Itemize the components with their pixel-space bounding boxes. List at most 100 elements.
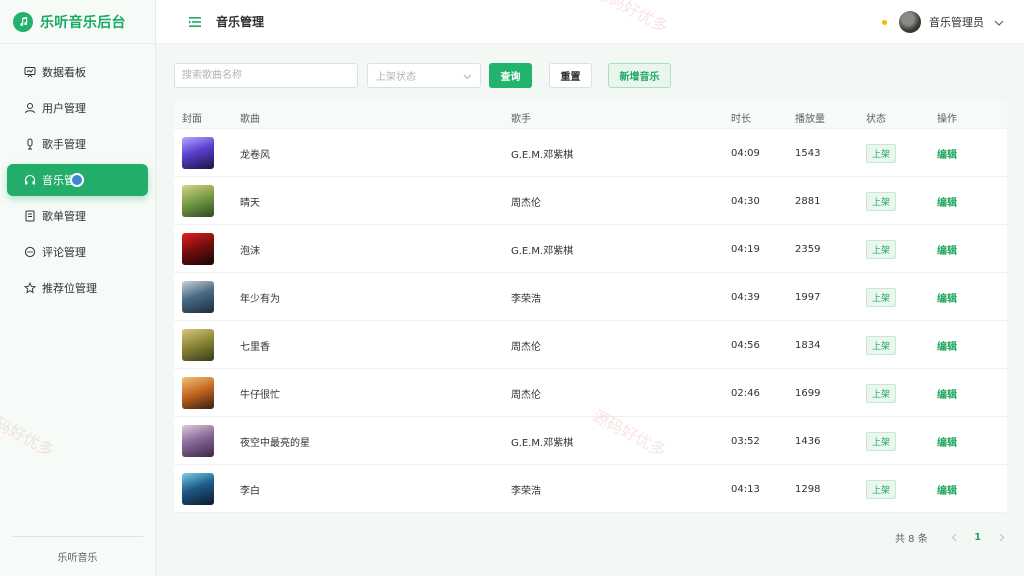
play-count: 1298 [795,483,821,495]
sidebar-item-2[interactable]: 歌手管理 [7,128,148,160]
sidebar-item-6[interactable]: 推荐位管理 [7,272,148,304]
edit-link[interactable]: 编辑 [937,434,957,449]
album-cover [182,377,214,409]
status-cell: 上架 [866,273,897,321]
table-row: 泡沫 G.E.M.邓紫棋 04:19 2359 上架 编辑 [174,225,1007,273]
cover-cell [182,321,214,369]
edit-link[interactable]: 编辑 [937,386,957,401]
status-badge: 上架 [866,383,897,403]
prev-page-icon[interactable] [942,527,966,547]
sidebar-item-5[interactable]: 评论管理 [7,236,148,268]
sidebar-menu: 数据看板用户管理歌手管理音乐管歌单管理评论管理推荐位管理 [0,44,155,304]
play-count: 1834 [795,339,821,351]
column-header-status: 状态 [866,114,886,125]
music-table: 封面 歌曲 歌手 时长 播放量 状态 操作 龙卷风 G.E.M.邓紫棋 04:09 1… [174,101,1007,513]
edit-link[interactable]: 编辑 [937,194,957,209]
chevron-down-icon[interactable] [994,15,1004,29]
artist-name: 周杰伦 [511,341,541,353]
song-name: 牛仔很忙 [240,389,280,401]
sidebar-item-label: 歌手管理 [42,138,86,151]
status-badge: 上架 [866,287,897,307]
table-row: 年少有为 李荣浩 04:39 1997 上架 编辑 [174,273,1007,321]
brand[interactable]: 乐听音乐后台 [0,0,155,44]
song-name: 晴天 [240,197,260,209]
play-count: 1699 [795,387,821,399]
play-count: 1997 [795,291,821,303]
play-count: 1436 [795,435,821,447]
edit-link[interactable]: 编辑 [937,338,957,353]
sidebar-item-0[interactable]: 数据看板 [7,56,148,88]
column-header-cover: 封面 [182,114,202,125]
sidebar-item-label: 歌单管理 [42,210,86,223]
headphones-icon [23,173,37,187]
column-header-plays: 播放量 [795,114,825,125]
artist-name: 李荣浩 [511,485,541,497]
song-name: 七里香 [240,341,270,353]
table-row: 龙卷风 G.E.M.邓紫棋 04:09 1543 上架 编辑 [174,129,1007,177]
table-header: 封面 歌曲 歌手 时长 播放量 状态 操作 [174,101,1007,129]
playlist-icon [23,209,37,223]
status-cell: 上架 [866,321,897,369]
action-cell: 编辑 [937,465,957,513]
user-name: 音乐管理员 [929,16,984,29]
play-count: 1543 [795,147,821,159]
album-cover [182,425,214,457]
edit-link[interactable]: 编辑 [937,482,957,497]
status-cell: 上架 [866,177,897,225]
sidebar-item-label: 用户管理 [42,102,86,115]
duration: 04:39 [731,291,760,303]
sidebar-item-3[interactable]: 音乐管 [7,164,148,196]
next-page-icon[interactable] [990,527,1014,547]
sidebar-item-1[interactable]: 用户管理 [7,92,148,124]
status-cell: 上架 [866,465,897,513]
status-badge: 上架 [866,143,897,163]
artist-name: G.E.M.邓紫棋 [511,149,574,161]
search-input[interactable] [174,63,358,88]
query-button[interactable]: 查询 [489,63,532,88]
table-body: 龙卷风 G.E.M.邓紫棋 04:09 1543 上架 编辑 晴天 周杰伦 04:30 2881 上… [174,129,1007,513]
status-cell: 上架 [866,129,897,177]
action-cell: 编辑 [937,177,957,225]
dashboard-icon [23,65,37,79]
add-music-button[interactable]: 新增音乐 [608,63,671,88]
menu-toggle-icon[interactable] [188,15,202,29]
edit-link[interactable]: 编辑 [937,146,957,161]
duration: 04:19 [731,243,760,255]
play-count: 2881 [795,195,821,207]
action-cell: 编辑 [937,273,957,321]
cover-cell [182,177,214,225]
reset-button[interactable]: 重置 [549,63,592,88]
page-number-current[interactable]: 1 [966,527,990,547]
column-header-action: 操作 [937,114,957,125]
action-cell: 编辑 [937,225,957,273]
duration: 03:52 [731,435,760,447]
status-select-placeholder: 上架状态 [376,72,416,83]
cover-cell [182,465,214,513]
edit-link[interactable]: 编辑 [937,290,957,305]
artist-name: G.E.M.邓紫棋 [511,245,574,257]
status-badge: 上架 [866,191,897,211]
action-cell: 编辑 [937,369,957,417]
duration: 04:09 [731,147,760,159]
album-cover [182,281,214,313]
page-title: 音乐管理 [216,15,265,29]
status-badge: 上架 [866,239,897,259]
artist-name: G.E.M.邓紫棋 [511,437,574,449]
table-row: 李白 李荣浩 04:13 1298 上架 编辑 [174,465,1007,513]
action-cell: 编辑 [937,417,957,465]
pagination: 共 8 条 1 [895,527,1014,547]
song-name: 泡沫 [240,245,260,257]
avatar[interactable] [899,11,921,33]
status-select[interactable]: 上架状态 [367,63,481,88]
duration: 04:30 [731,195,760,207]
chevron-down-icon [463,72,472,83]
sidebar-item-4[interactable]: 歌单管理 [7,200,148,232]
sidebar-item-label: 推荐位管理 [42,282,97,295]
table-row: 牛仔很忙 周杰伦 02:46 1699 上架 编辑 [174,369,1007,417]
user-menu[interactable]: 音乐管理员 [882,0,1004,44]
duration: 04:13 [731,483,760,495]
edit-link[interactable]: 编辑 [937,242,957,257]
sidebar-footer: 乐听音乐 [0,536,155,576]
song-name: 李白 [240,485,260,497]
table-row: 晴天 周杰伦 04:30 2881 上架 编辑 [174,177,1007,225]
